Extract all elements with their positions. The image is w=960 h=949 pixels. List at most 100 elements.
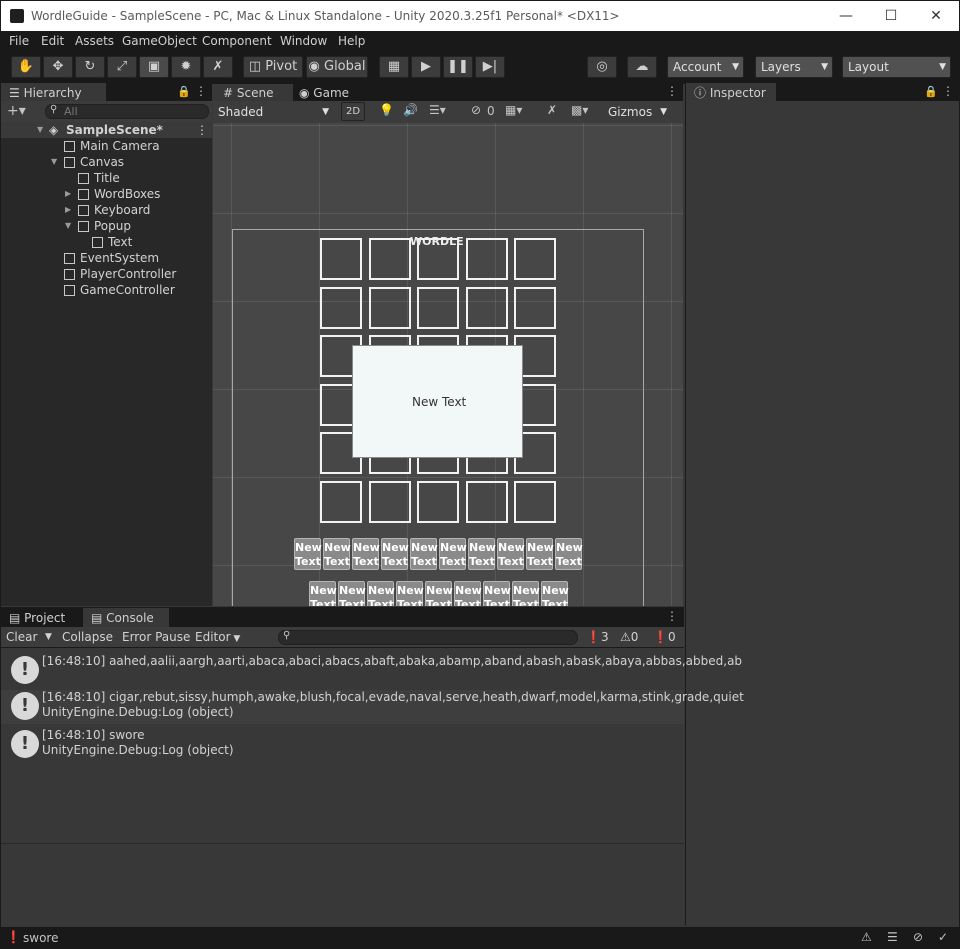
keyboard-key[interactable]: New Text: [323, 538, 351, 570]
log-count-toggle[interactable]: ❗3: [586, 627, 609, 648]
menu-help[interactable]: Help: [338, 34, 365, 48]
pivot-toggle[interactable]: ◫ Pivot: [243, 56, 303, 78]
maximize-button[interactable]: ☐: [868, 1, 914, 31]
scene-viewport[interactable]: WORDLE New Text New Text New Text New Text…: [213, 123, 683, 606]
lock-icon[interactable]: 🔒: [177, 85, 191, 98]
collab-icon[interactable]: ◎: [587, 56, 617, 78]
keyboard-key[interactable]: New Text: [439, 538, 467, 570]
warning-count-toggle[interactable]: ⚠0: [620, 627, 638, 648]
keyboard-key[interactable]: New Text: [294, 538, 322, 570]
keyboard-key[interactable]: New Text: [454, 581, 482, 606]
tree-item-wordboxes[interactable]: ▶ WordBoxes: [1, 186, 212, 202]
more-icon[interactable]: ⋮: [195, 84, 207, 98]
tree-item-main-camera[interactable]: Main Camera: [1, 138, 212, 154]
console-search-input[interactable]: ⚲: [278, 630, 578, 645]
account-dropdown[interactable]: Account ▼: [667, 56, 744, 78]
check-icon[interactable]: ✓: [938, 930, 948, 944]
tab-hierarchy[interactable]: ☰ Hierarchy: [1, 83, 106, 103]
console-entry[interactable]: ! [16:48:10] cigar,rebut,sissy,humph,awa…: [1, 690, 744, 724]
expand-arrow-icon[interactable]: ▼: [51, 154, 57, 170]
error-pause-button[interactable]: Error Pause: [122, 627, 190, 648]
keyboard-key[interactable]: New Text: [541, 581, 569, 606]
editor-dropdown[interactable]: Editor ▼: [195, 627, 240, 648]
more-icon[interactable]: ⋮: [942, 84, 954, 98]
collapse-arrow-icon[interactable]: ▶: [65, 186, 71, 202]
keyboard-key[interactable]: New Text: [425, 581, 453, 606]
grid-toggle-icon[interactable]: ▦▾: [505, 103, 522, 117]
camera-icon[interactable]: ▩▾: [571, 103, 588, 117]
shading-dropdown[interactable]: Shaded ▼: [213, 102, 333, 124]
menu-gameobject[interactable]: GameObject: [122, 34, 197, 48]
tab-console[interactable]: ▤ Console: [83, 608, 169, 628]
add-icon[interactable]: +▾: [7, 103, 26, 119]
tab-project[interactable]: ▤ Project: [1, 608, 81, 628]
console-entry[interactable]: ! [16:48:10] swore UnityEngine.Debug:Log…: [1, 728, 684, 762]
effects-icon[interactable]: ☰▾: [429, 103, 446, 117]
chevron-down-icon[interactable]: ▼: [45, 627, 52, 648]
tree-item-keyboard[interactable]: ▶ Keyboard: [1, 202, 212, 218]
grid-snap-icon[interactable]: ▦: [379, 56, 409, 78]
popup-panel[interactable]: New Text: [352, 345, 523, 458]
move-tool-icon[interactable]: ✥: [43, 56, 73, 78]
keyboard-key[interactable]: New Text: [381, 538, 409, 570]
tree-item-title[interactable]: Title: [1, 170, 212, 186]
expand-arrow-icon[interactable]: ▼: [65, 218, 71, 234]
rotate-tool-icon[interactable]: ↻: [75, 56, 105, 78]
scale-tool-icon[interactable]: ⤢: [107, 56, 137, 78]
global-toggle[interactable]: ◉ Global: [306, 56, 368, 78]
hand-tool-icon[interactable]: ✋: [11, 56, 41, 78]
more-icon[interactable]: ⋮: [196, 122, 208, 138]
clear-button[interactable]: Clear: [6, 627, 37, 648]
lock-icon[interactable]: 🔒: [924, 85, 938, 98]
tools-icon[interactable]: ✗: [547, 103, 557, 117]
close-button[interactable]: ✕: [913, 1, 959, 31]
rect-tool-icon[interactable]: ▣: [139, 56, 169, 78]
tree-item-popup[interactable]: ▼ Popup: [1, 218, 212, 234]
collapse-button[interactable]: Collapse: [62, 627, 113, 648]
audio-icon[interactable]: 🔊: [403, 103, 418, 117]
gizmos-dropdown[interactable]: Gizmos ▼: [603, 102, 671, 124]
more-icon[interactable]: ⋮: [666, 609, 678, 623]
step-button-icon[interactable]: ▶|: [475, 56, 505, 78]
menu-file[interactable]: File: [9, 34, 29, 48]
hidden-objects-icon[interactable]: ⊘: [471, 103, 481, 117]
tree-item-eventsystem[interactable]: EventSystem: [1, 250, 212, 266]
expand-arrow-icon[interactable]: ▼: [37, 122, 43, 138]
more-icon[interactable]: ⋮: [666, 84, 678, 98]
keyboard-key[interactable]: New Text: [468, 538, 496, 570]
cloud-icon[interactable]: ☁: [627, 56, 657, 78]
menu-edit[interactable]: Edit: [41, 34, 64, 48]
keyboard-key[interactable]: New Text: [555, 538, 583, 570]
minimize-button[interactable]: —: [823, 1, 869, 31]
keyboard-key[interactable]: New Text: [352, 538, 380, 570]
collapse-arrow-icon[interactable]: ▶: [65, 202, 71, 218]
lighting-icon[interactable]: 💡: [379, 103, 394, 117]
keyboard-key[interactable]: New Text: [309, 581, 337, 606]
pause-button-icon[interactable]: ❚❚: [443, 56, 473, 78]
menu-component[interactable]: Component: [202, 34, 272, 48]
layers-dropdown[interactable]: Layers ▼: [755, 56, 833, 78]
tree-item-canvas[interactable]: ▼ Canvas: [1, 154, 212, 170]
menu-assets[interactable]: Assets: [75, 34, 114, 48]
keyboard-key[interactable]: New Text: [483, 581, 511, 606]
tree-item-samplescene[interactable]: ▼ ◈ SampleScene* ⋮: [1, 122, 212, 138]
keyboard-key[interactable]: New Text: [497, 538, 525, 570]
layout-dropdown[interactable]: Layout ▼: [842, 56, 951, 78]
tree-item-text[interactable]: Text: [1, 234, 212, 250]
keyboard-key[interactable]: New Text: [396, 581, 424, 606]
stack-icon[interactable]: ☰: [887, 930, 898, 944]
error-count-toggle[interactable]: ❗0: [653, 627, 676, 648]
tab-inspector[interactable]: ⓘ Inspector: [686, 83, 776, 103]
custom-tool-icon[interactable]: ✗: [203, 56, 233, 78]
2d-toggle[interactable]: 2D: [341, 102, 365, 121]
tree-item-gamecontroller[interactable]: GameController: [1, 282, 212, 298]
tree-item-playercontroller[interactable]: PlayerController: [1, 266, 212, 282]
menu-window[interactable]: Window: [280, 34, 327, 48]
keyboard-key[interactable]: New Text: [410, 538, 438, 570]
play-button-icon[interactable]: ▶: [411, 56, 441, 78]
hierarchy-search-input[interactable]: ⚲ All: [45, 104, 209, 119]
bug-icon[interactable]: ⚠: [861, 930, 872, 944]
network-icon[interactable]: ⊘: [913, 930, 923, 944]
console-entry[interactable]: ! [16:48:10] aahed,aalii,aargh,aarti,aba…: [1, 654, 742, 688]
keyboard-key[interactable]: New Text: [338, 581, 366, 606]
